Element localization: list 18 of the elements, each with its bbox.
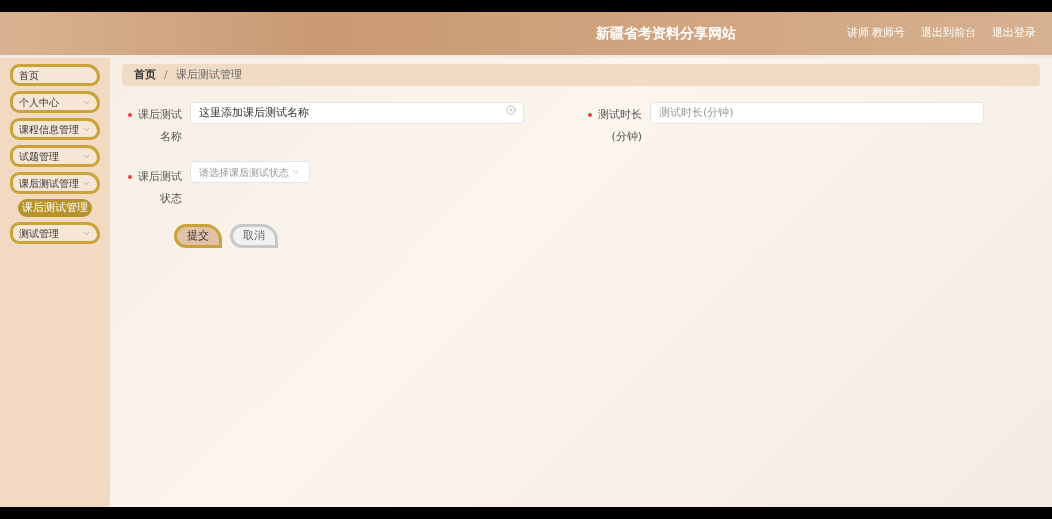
- sidebar-item[interactable]: 个人中心: [10, 91, 100, 113]
- field-label: 课后测试状态: [137, 169, 182, 207]
- user-info: 讲师 教师号: [846, 25, 905, 42]
- input-field[interactable]: 测试时长(分钟): [650, 101, 984, 124]
- sidebar-item[interactable]: 课程信息管理: [10, 118, 100, 140]
- site-title: 新疆省考资料分享网站: [596, 24, 736, 43]
- breadcrumb-link[interactable]: 首页: [134, 66, 156, 84]
- field-label: 测试时长(分钟): [597, 107, 642, 145]
- breadcrumb-link[interactable]: 课后测试管理: [175, 66, 242, 84]
- sidebar-item[interactable]: 测试管理: [10, 222, 100, 244]
- sidebar-item[interactable]: 首页: [10, 64, 100, 86]
- submit-button[interactable]: 提交: [174, 224, 222, 248]
- input-field[interactable]: 这里添加课后测试名称: [190, 101, 524, 124]
- sidebar-item[interactable]: 试题管理: [10, 145, 100, 167]
- sidebar-item[interactable]: 课后测试管理: [10, 172, 100, 194]
- cancel-button[interactable]: 取消: [230, 224, 278, 248]
- field-label: 课后测试名称: [137, 107, 182, 145]
- breadcrumb-separator: /: [164, 66, 168, 83]
